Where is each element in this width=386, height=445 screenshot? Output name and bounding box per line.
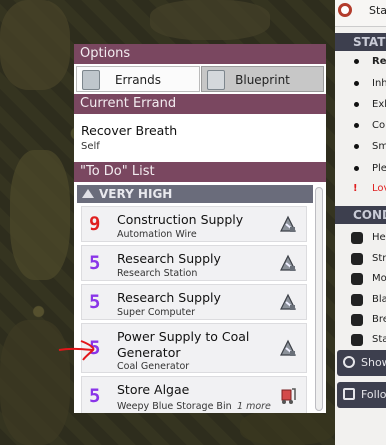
panel-title-bar: Sta bbox=[335, 0, 386, 27]
errand-title: Power Supply to Coal Generator bbox=[117, 329, 250, 360]
errands-icon bbox=[82, 70, 100, 90]
priority-number: 9 bbox=[89, 213, 101, 235]
bullet-icon bbox=[354, 81, 359, 86]
current-errand-name: Recover Breath bbox=[81, 123, 178, 138]
status-item: Sm bbox=[335, 138, 386, 158]
condition-item-label: Sta bbox=[372, 334, 386, 345]
priority-number: 5 bbox=[89, 291, 101, 313]
blueprint-icon bbox=[207, 70, 225, 90]
condition-item: He bbox=[335, 229, 386, 249]
current-errand-target: Self bbox=[81, 141, 100, 152]
errand-item[interactable]: 5 Research Supply Research Station bbox=[81, 245, 307, 281]
todo-header: "To Do" List bbox=[74, 162, 326, 182]
tab-errands-label: Errands bbox=[114, 73, 162, 87]
conditions-header: CONDI bbox=[335, 206, 386, 224]
status-item-label: Re bbox=[372, 56, 386, 67]
errand-title: Store Algae bbox=[117, 382, 190, 397]
status-item-label: Co bbox=[372, 120, 386, 131]
research-icon[interactable] bbox=[278, 253, 298, 273]
red-annotation-arrow bbox=[58, 340, 95, 361]
construction-icon[interactable] bbox=[278, 214, 298, 234]
status-item: Exh bbox=[335, 96, 386, 116]
bullet-icon bbox=[354, 59, 359, 64]
warning-icon: ! bbox=[353, 183, 358, 194]
collapse-arrow-icon bbox=[82, 189, 94, 198]
condition-item: Mo bbox=[335, 270, 386, 290]
priority-number: 5 bbox=[89, 252, 101, 274]
status-item-label: Sm bbox=[372, 141, 386, 152]
bullet-icon bbox=[354, 123, 359, 128]
condition-item-label: Bre bbox=[372, 314, 386, 325]
condition-item-label: Mo bbox=[372, 273, 386, 284]
errand-title: Research Supply bbox=[117, 251, 221, 266]
current-errand-header: Current Errand bbox=[74, 94, 326, 114]
show-button-label: Show bbox=[361, 356, 386, 369]
errand-subtitle: Automation Wire bbox=[117, 229, 197, 240]
stamina-icon bbox=[351, 334, 363, 346]
bullet-icon bbox=[354, 166, 359, 171]
condition-item: Sta bbox=[335, 331, 386, 351]
tab-errands[interactable]: Errands bbox=[76, 66, 200, 92]
current-errand: Recover Breath Self bbox=[74, 115, 326, 157]
follow-button-label: Follow bbox=[361, 388, 386, 401]
status-item-label: Inh bbox=[372, 78, 386, 89]
errand-item[interactable]: 5 Research Supply Super Computer bbox=[81, 284, 307, 320]
show-button[interactable]: Show bbox=[337, 350, 386, 376]
errand-subtitle: Coal Generator bbox=[117, 361, 190, 372]
storage-icon[interactable] bbox=[278, 386, 298, 406]
errand-subtitle: Super Computer bbox=[117, 307, 196, 318]
scrollbar-thumb[interactable] bbox=[315, 187, 323, 411]
errand-title: Research Supply bbox=[117, 290, 221, 305]
status-item-label: Lov bbox=[372, 183, 386, 194]
errand-subtitle: Weepy Blue Storage Bin bbox=[117, 401, 232, 412]
status-item: Co bbox=[335, 117, 386, 137]
bladder-icon bbox=[351, 294, 363, 306]
status-item: Re bbox=[335, 53, 386, 73]
condition-item: Str bbox=[335, 250, 386, 270]
condition-item-label: He bbox=[372, 232, 386, 243]
stress-icon bbox=[351, 253, 363, 265]
tab-bar: Errands Blueprint bbox=[74, 64, 326, 94]
bullet-icon bbox=[354, 102, 359, 107]
priority-number: 5 bbox=[89, 385, 101, 407]
priority-group-header[interactable]: VERY HIGH bbox=[77, 185, 313, 203]
morale-icon bbox=[351, 273, 363, 285]
tab-blueprint-label: Blueprint bbox=[235, 73, 290, 87]
status-item-label: Exh bbox=[372, 99, 386, 110]
follow-icon bbox=[343, 388, 355, 400]
options-header: Options bbox=[74, 44, 326, 64]
status-item: ! Lov bbox=[335, 180, 386, 200]
todo-list: 9 Construction Supply Automation Wire 5 Rese… bbox=[77, 203, 313, 413]
status-header: STATU bbox=[335, 33, 386, 51]
condition-item-label: Bla bbox=[372, 294, 386, 305]
panel-title: Sta bbox=[369, 4, 386, 17]
status-item: Inh bbox=[335, 75, 386, 95]
follow-button[interactable]: Follow bbox=[337, 382, 386, 408]
errand-title: Construction Supply bbox=[117, 212, 244, 227]
details-panel: Sta STATU Re Inh Exh Co Sm Ple! Lov CONDI He St… bbox=[335, 0, 386, 445]
heart-icon bbox=[351, 232, 363, 244]
errands-window: Options Errands Blueprint Current Errand… bbox=[74, 44, 326, 413]
breath-icon bbox=[351, 314, 363, 326]
errand-item[interactable]: 9 Construction Supply Automation Wire bbox=[81, 206, 307, 242]
condition-item: Bla bbox=[335, 291, 386, 311]
more-count: 1 more bbox=[237, 401, 271, 412]
condition-item: Bre bbox=[335, 311, 386, 331]
status-item-label: Ple bbox=[372, 163, 386, 174]
errand-item[interactable]: 5 Power Supply to Coal Generator Coal Gene… bbox=[81, 323, 307, 373]
eye-icon bbox=[343, 356, 355, 368]
priority-label: VERY HIGH bbox=[99, 187, 173, 201]
duplicant-portrait-icon[interactable] bbox=[338, 3, 352, 17]
bullet-icon bbox=[354, 144, 359, 149]
errand-subtitle: Research Station bbox=[117, 268, 198, 279]
status-item: Ple bbox=[335, 160, 386, 180]
power-icon[interactable] bbox=[278, 338, 298, 358]
research-icon[interactable] bbox=[278, 292, 298, 312]
condition-item-label: Str bbox=[372, 253, 386, 264]
tab-blueprint[interactable]: Blueprint bbox=[201, 66, 324, 92]
errand-item[interactable]: 5 Store Algae Weepy Blue Storage Bin 1 more bbox=[81, 376, 307, 413]
